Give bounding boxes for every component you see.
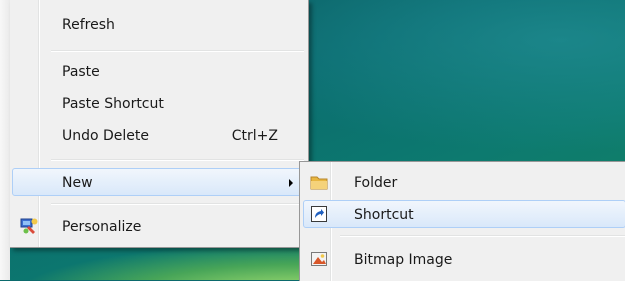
menu-item-label: Personalize (62, 219, 142, 235)
menu-separator (51, 159, 304, 160)
menu-item-paste-shortcut[interactable]: Paste Shortcut (12, 89, 306, 117)
personalize-icon (20, 218, 38, 234)
menu-item-label: Paste (62, 64, 100, 80)
menu-item-refresh[interactable]: Refresh (12, 10, 306, 38)
menu-item-label: New (62, 175, 93, 191)
window-edge (0, 0, 10, 280)
submenu-arrow-icon (289, 179, 293, 187)
submenu-separator (340, 235, 625, 236)
menu-separator (51, 50, 304, 51)
menu-item-shortcut: Ctrl+Z (231, 128, 278, 144)
menu-item-paste[interactable]: Paste (12, 57, 306, 85)
menu-item-new[interactable]: New (12, 168, 306, 196)
submenu-item-shortcut[interactable]: Shortcut (303, 200, 625, 228)
submenu-item-label: Bitmap Image (354, 252, 453, 268)
shortcut-icon (311, 206, 327, 222)
submenu-item-folder[interactable]: Folder (303, 168, 625, 196)
folder-icon (310, 176, 328, 190)
submenu-item-label: Folder (354, 175, 398, 191)
bitmap-image-icon (311, 252, 327, 266)
menu-item-personalize[interactable]: Personalize (12, 212, 306, 240)
submenu-item-bitmap-image[interactable]: Bitmap Image (303, 245, 625, 273)
menu-item-label: Undo Delete (62, 128, 150, 144)
new-submenu: Folder Shortcut Bitmap Image (299, 161, 625, 281)
submenu-item-label: Shortcut (354, 207, 414, 223)
menu-separator (51, 203, 304, 204)
menu-item-undo-delete[interactable]: Undo Delete Ctrl+Z (12, 121, 306, 149)
desktop-context-menu: Refresh Paste Paste Shortcut Undo Delete… (10, 0, 309, 248)
menu-item-label: Refresh (62, 17, 115, 33)
menu-item-label: Paste Shortcut (62, 96, 164, 112)
